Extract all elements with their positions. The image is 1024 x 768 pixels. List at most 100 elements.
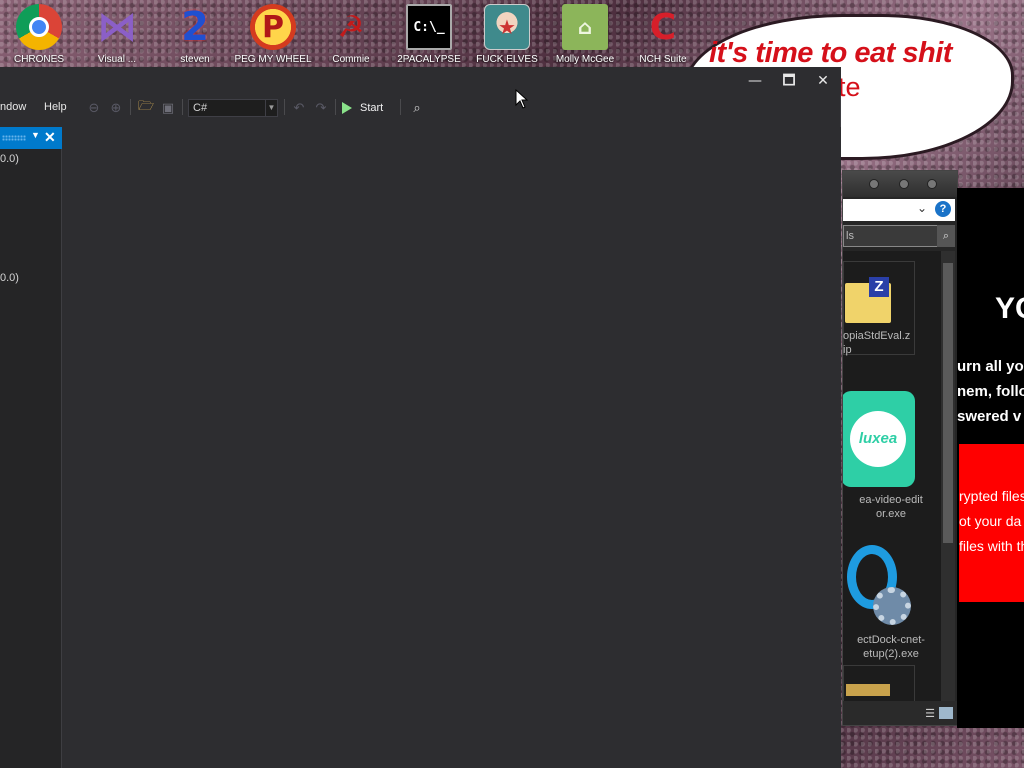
search-input[interactable]: ls	[843, 225, 939, 247]
desktop-icon-chrome[interactable]: CHRONES	[2, 4, 76, 70]
visual-studio-icon: ⋈	[97, 4, 137, 50]
language-select[interactable]: C# ▼	[188, 99, 278, 117]
address-bar[interactable]: ⌄ ?	[843, 199, 955, 221]
panel-version-text: 0.0)	[0, 272, 19, 284]
redo-icon[interactable]: ↷	[312, 99, 330, 117]
close-button[interactable]: ✕	[810, 71, 836, 91]
dropdown-icon[interactable]: ▼	[31, 130, 40, 140]
ide-window[interactable]: — 🗖 ✕ ndow Help ⊖ ⊕ 🗁 ▣ C# ▼ ↶ ↷ Start ⌕…	[0, 67, 841, 768]
open-folder-icon[interactable]: 🗁	[137, 99, 155, 117]
steven-icon: 2	[181, 4, 209, 50]
start-button[interactable]: Start	[342, 98, 383, 118]
commie-icon: ☭	[337, 9, 365, 45]
panel-version-text: 0.0)	[0, 153, 19, 165]
window-dot-icon[interactable]	[899, 179, 909, 189]
desktop-icon-peg-my-wheel[interactable]: P PEG MY WHEEL	[234, 4, 312, 70]
desktop-icon-label: FUCK ELVES	[476, 54, 538, 65]
desktop-icon-label: Commie	[332, 54, 370, 65]
file-name: ea-video-edit or.exe	[859, 494, 923, 520]
desktop-icon-2pacalypse[interactable]: C:\_ 2PACALYPSE	[392, 4, 466, 70]
file-item[interactable]: Z opiaStdEval.z ip	[843, 277, 939, 357]
luxea-logo: luxea	[850, 411, 906, 467]
solution-side-panel[interactable]: ▼ ✕ 0.0) 0.0)	[0, 127, 62, 768]
nch-suite-icon: C	[649, 6, 677, 48]
menu-bar: ndow Help	[0, 95, 80, 117]
toolbar-separator	[182, 99, 183, 115]
start-label: Start	[360, 102, 384, 114]
objectdock-icon	[843, 541, 913, 627]
forward-icon[interactable]: ⊕	[107, 99, 125, 117]
ransom-heading: YO	[995, 292, 1024, 325]
back-icon[interactable]: ⊖	[85, 99, 103, 117]
toolbar-separator	[335, 99, 336, 115]
file-list-pane: Z opiaStdEval.z ip luxea ea-video-edit o…	[843, 251, 941, 701]
desktop-icon-label: CHRONES	[13, 54, 64, 65]
ransom-red-line: ot your da	[959, 513, 1022, 529]
editor-area[interactable]	[63, 127, 841, 768]
toolbar-separator	[284, 99, 285, 115]
desktop-icon-molly-mcgee[interactable]: ⌂ Molly McGee	[548, 4, 622, 70]
menu-item-help[interactable]: Help	[44, 101, 67, 113]
chevron-down-icon[interactable]: ⌄	[917, 201, 927, 215]
explorer-titlebar[interactable]	[843, 171, 957, 197]
desktop-icon-fuck-elves[interactable]: ★ FUCK ELVES	[470, 4, 544, 70]
grip-icon[interactable]	[2, 135, 26, 141]
minimize-button[interactable]: —	[742, 71, 768, 91]
elf-icon: ★	[484, 4, 530, 50]
play-icon	[342, 102, 352, 114]
desktop-icon-visual-studio[interactable]: ⋈ Visual ...	[80, 4, 154, 70]
desktop-icon-label: Visual ...	[97, 54, 137, 65]
find-icon[interactable]: ⌕	[408, 99, 426, 117]
zip-folder-icon: Z	[845, 277, 891, 323]
desktop-icon-commie[interactable]: ☭ Commie	[314, 4, 388, 70]
toolbar-separator	[400, 99, 401, 115]
menu-item-window[interactable]: ndow	[0, 101, 26, 113]
folder-icon: ⌂	[562, 4, 608, 50]
meme-line-1: it's time to eat shit	[709, 37, 952, 69]
desktop-icon-nch-suite[interactable]: C NCH Suite	[626, 4, 700, 70]
chevron-down-icon[interactable]: ▼	[265, 100, 277, 116]
file-name: ectDock-cnet- etup(2).exe	[857, 634, 925, 660]
pinball-icon: P	[250, 4, 296, 50]
ransom-red-box: rypted files ot your da files with th	[959, 444, 1024, 602]
details-view-icon[interactable]: ☰	[925, 707, 935, 720]
window-dot-icon[interactable]	[927, 179, 937, 189]
preview-view-icon[interactable]	[939, 707, 953, 719]
ransom-text-line: nem, follo	[957, 383, 1024, 400]
file-thumbnail-icon	[846, 684, 890, 696]
file-tile-frame	[843, 665, 915, 701]
toolbar-separator	[130, 99, 131, 115]
chrome-icon	[16, 4, 62, 50]
ransom-red-line: files with th	[959, 538, 1024, 554]
search-icon[interactable]: ⌕	[937, 225, 955, 247]
desktop-icon-label: NCH Suite	[639, 54, 687, 65]
ide-toolbar: ⊖ ⊕ 🗁 ▣ C# ▼ ↶ ↷ Start ⌕	[80, 95, 460, 121]
file-explorer-window[interactable]: ⌄ ? ls ⌕ Z opiaStdEval.z ip luxea ea-vid…	[842, 170, 958, 726]
save-icon[interactable]: ▣	[159, 99, 177, 117]
desktop-icon-label: Molly McGee	[555, 54, 615, 65]
window-dot-icon[interactable]	[869, 179, 879, 189]
ransom-text-line: urn all yo	[957, 358, 1024, 375]
ransom-note-window: YO urn all yo nem, follo swered v rypted…	[957, 188, 1024, 728]
luxea-icon: luxea	[843, 391, 915, 487]
vertical-scrollbar[interactable]	[941, 251, 955, 701]
file-item[interactable]: luxea ea-video-edit or.exe	[843, 391, 939, 521]
mouse-cursor-icon	[515, 89, 529, 109]
help-icon[interactable]: ?	[935, 201, 951, 217]
desktop-icon-label: PEG MY WHEEL	[234, 54, 312, 65]
desktop-icon-label: 2PACALYPSE	[397, 54, 461, 65]
undo-icon[interactable]: ↶	[290, 99, 308, 117]
ransom-text-line: swered v	[957, 408, 1022, 425]
command-prompt-icon: C:\_	[406, 4, 452, 50]
desktop-icon-label: steven	[180, 54, 210, 65]
scrollbar-thumb[interactable]	[943, 263, 953, 543]
ide-title-bar[interactable]: — 🗖 ✕	[0, 67, 841, 95]
explorer-status-bar: ☰	[843, 701, 957, 725]
maximize-button[interactable]: 🗖	[776, 71, 802, 91]
file-item[interactable]: ectDock-cnet- etup(2).exe	[843, 541, 939, 661]
language-select-value: C#	[193, 102, 208, 114]
desktop-icon-steven[interactable]: 2 steven	[158, 4, 232, 70]
side-panel-tab[interactable]: ▼ ✕	[0, 127, 62, 149]
file-name: opiaStdEval.z ip	[843, 330, 911, 356]
close-icon[interactable]: ✕	[44, 129, 56, 146]
